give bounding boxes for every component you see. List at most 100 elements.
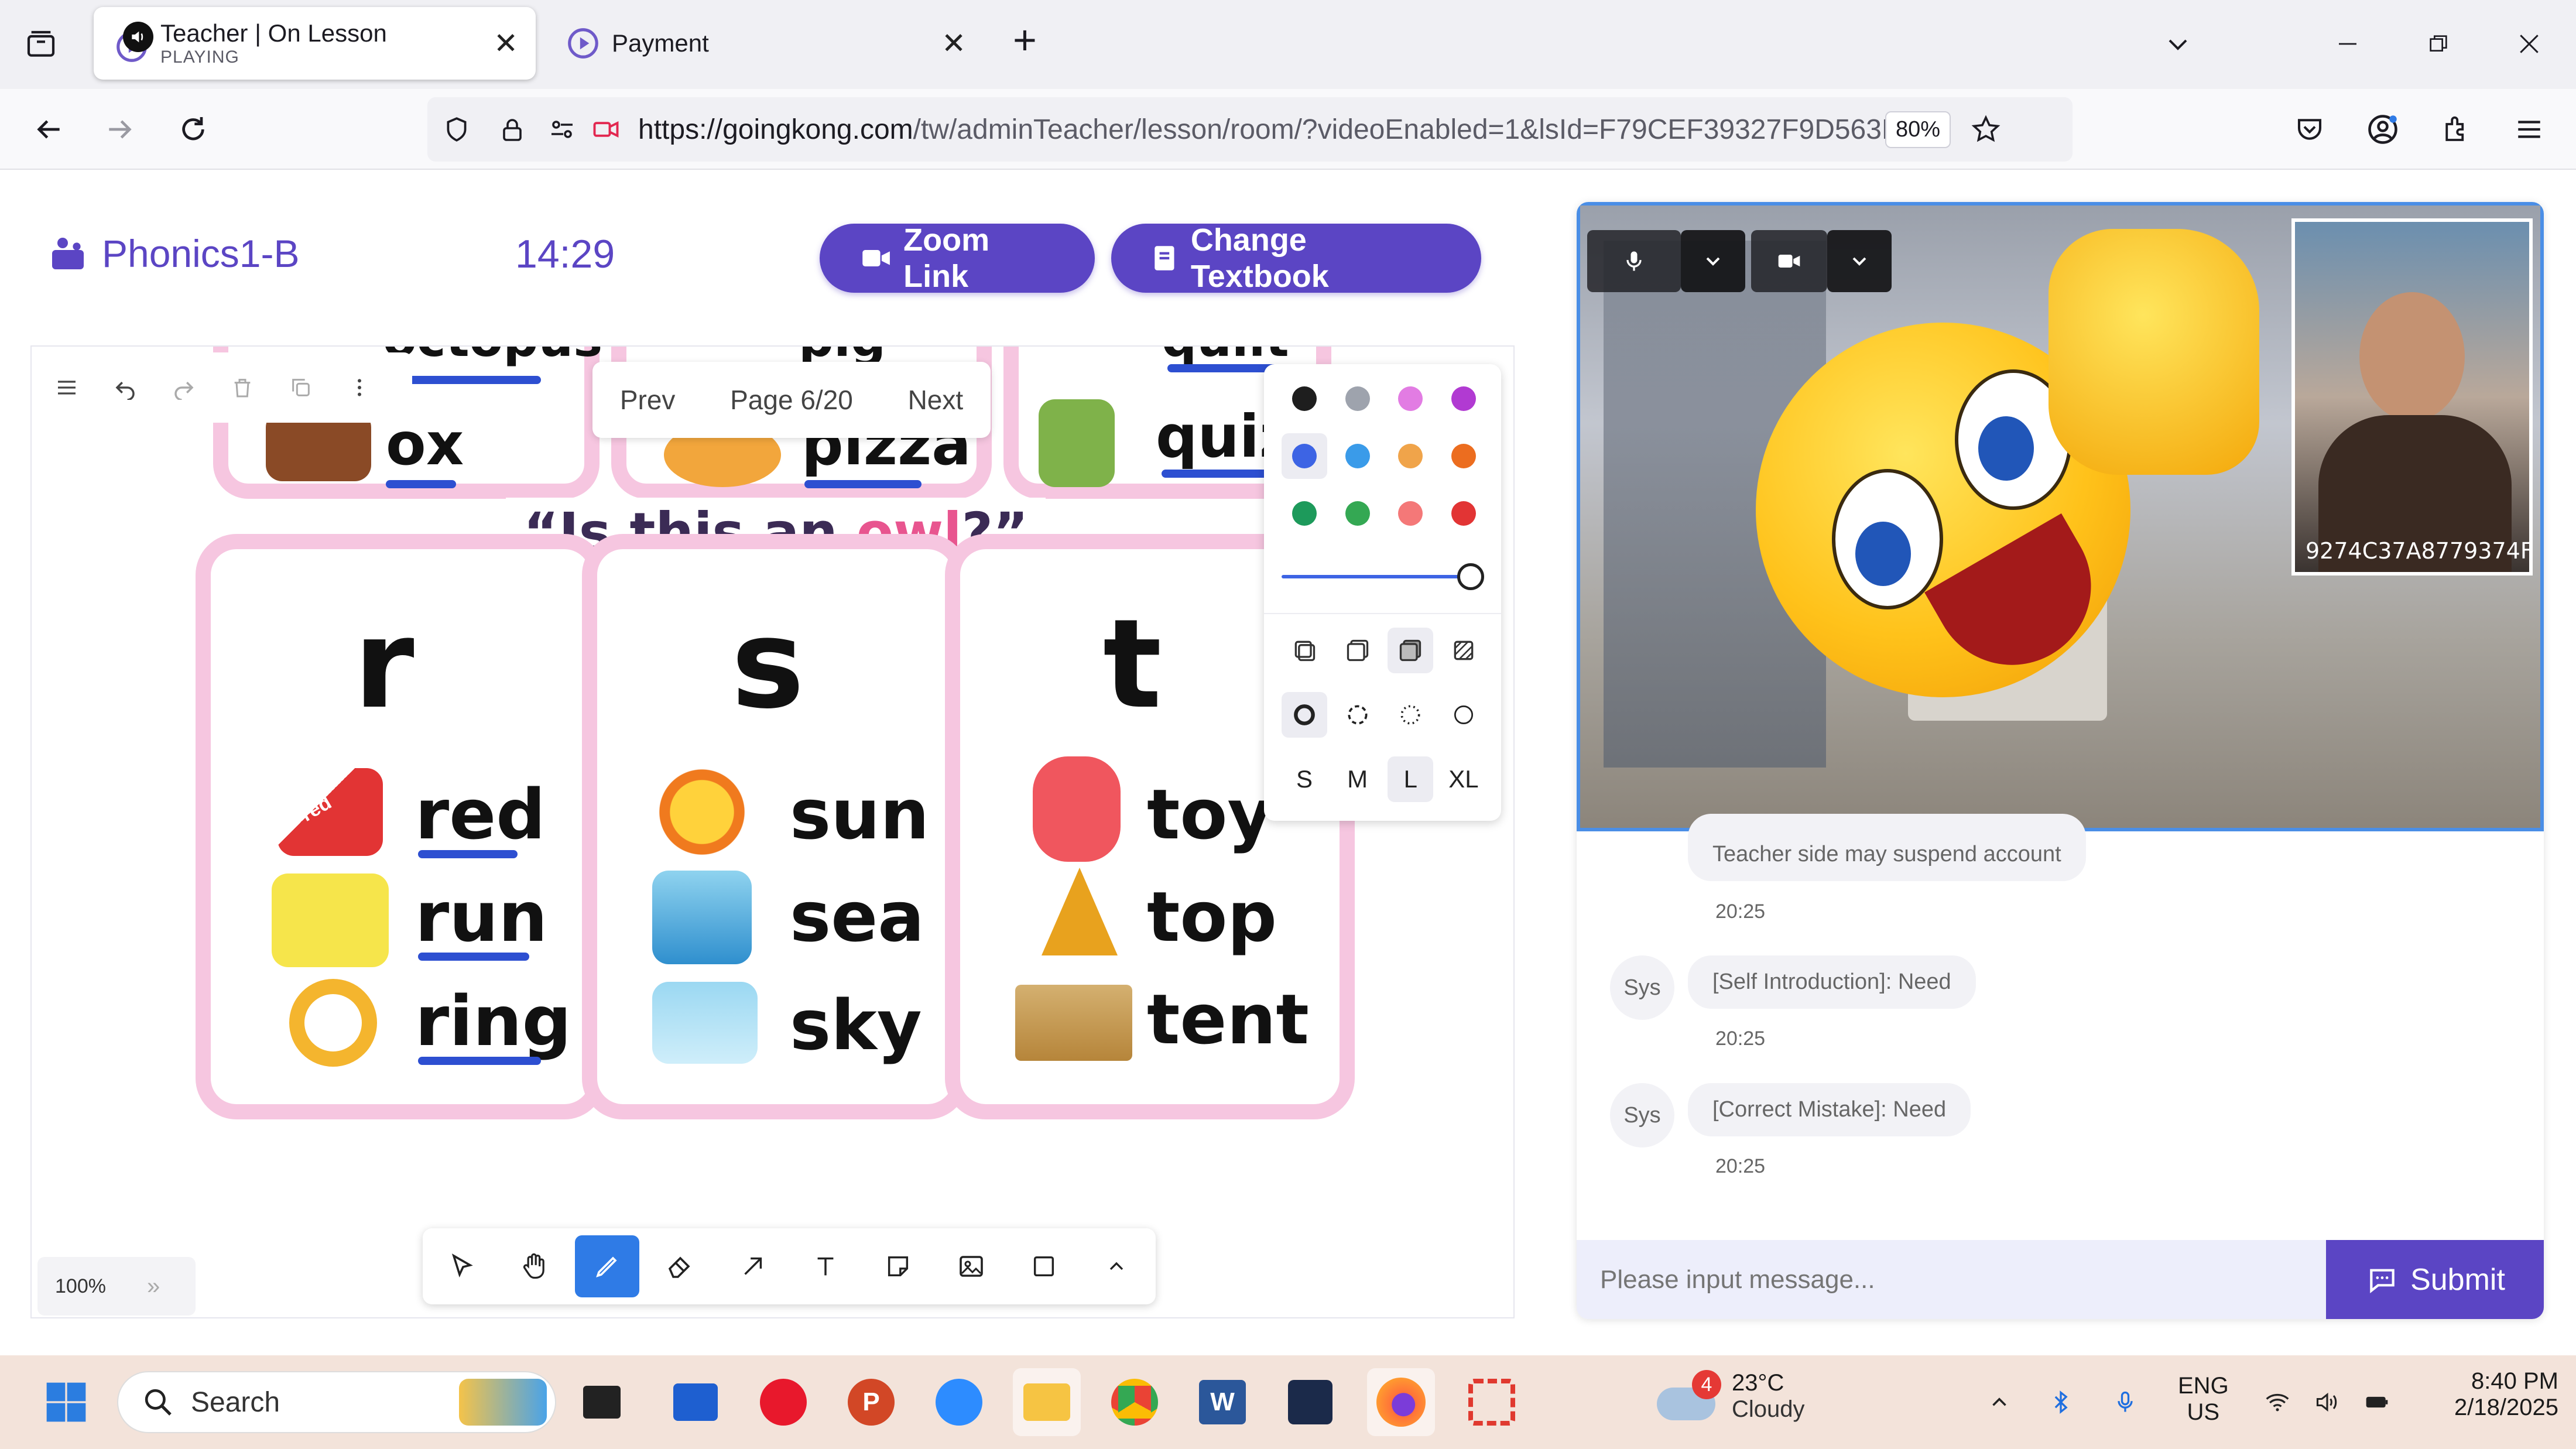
microphone-button[interactable] <box>1587 230 1681 292</box>
text-tool-icon[interactable] <box>793 1235 858 1297</box>
color-swatch-light-violet[interactable] <box>1388 376 1433 422</box>
self-video-tile[interactable]: 9274C37A8779374FE <box>2291 218 2533 576</box>
stroke-dotted-icon[interactable] <box>1388 692 1433 738</box>
microphone-tray-icon[interactable] <box>2105 1382 2146 1423</box>
file-explorer-icon[interactable] <box>1013 1368 1081 1436</box>
color-swatch-light-blue[interactable] <box>1335 433 1381 479</box>
fill-none-icon[interactable] <box>1282 628 1327 673</box>
chrome-icon[interactable] <box>1101 1368 1169 1436</box>
weather-widget[interactable]: 4 23°C Cloudy <box>1657 1370 1805 1423</box>
restore-icon[interactable] <box>2400 12 2476 76</box>
next-page-button[interactable]: Next <box>908 384 964 416</box>
pen-tool-icon[interactable] <box>575 1235 640 1297</box>
color-swatch-black[interactable] <box>1282 376 1327 422</box>
word-icon[interactable]: W <box>1188 1368 1256 1436</box>
fill-pattern-icon[interactable] <box>1441 628 1486 673</box>
hand-tool-icon[interactable] <box>502 1235 567 1297</box>
whiteboard-app-icon[interactable] <box>662 1368 729 1436</box>
bluetooth-icon[interactable] <box>2040 1382 2081 1423</box>
stroke-solid-icon[interactable] <box>1282 692 1327 738</box>
select-tool-icon[interactable] <box>430 1235 494 1297</box>
expand-icon[interactable]: » <box>147 1273 160 1300</box>
zoom-level[interactable]: 100% <box>55 1275 106 1298</box>
color-swatch-red[interactable] <box>1441 491 1486 536</box>
color-swatch-violet[interactable] <box>1441 376 1486 422</box>
shield-icon[interactable] <box>427 115 486 144</box>
tab-payment[interactable]: Payment ✕ <box>547 7 984 80</box>
stroke-thin-icon[interactable] <box>1441 692 1486 738</box>
lock-icon[interactable] <box>486 115 539 143</box>
powerpoint-icon[interactable]: P <box>837 1368 905 1436</box>
note-tool-icon[interactable] <box>866 1235 930 1297</box>
change-textbook-button[interactable]: Change Textbook <box>1111 222 1481 294</box>
rectangle-tool-icon[interactable] <box>1012 1235 1076 1297</box>
more-options-icon[interactable] <box>330 358 389 417</box>
windows-start-icon[interactable] <box>32 1368 100 1436</box>
color-swatch-yellow[interactable] <box>1388 433 1433 479</box>
red-app-icon[interactable] <box>749 1368 817 1436</box>
address-bar[interactable]: https://goingkong.com/tw/adminTeacher/le… <box>427 97 2073 162</box>
camera-options-chevron-icon[interactable] <box>1827 230 1892 292</box>
color-swatch-light-red[interactable] <box>1388 491 1433 536</box>
bookmark-star-icon[interactable] <box>1951 114 2021 145</box>
close-window-icon[interactable] <box>2491 12 2567 76</box>
arrow-tool-icon[interactable] <box>721 1235 785 1297</box>
pocket-icon[interactable] <box>2277 97 2342 162</box>
duplicate-icon[interactable] <box>272 358 330 417</box>
taskbar-search-box[interactable]: Search <box>117 1371 556 1433</box>
size-l-button[interactable]: L <box>1388 756 1434 802</box>
battery-icon[interactable] <box>2356 1382 2397 1423</box>
hamburger-menu-icon[interactable] <box>37 358 96 417</box>
extensions-icon[interactable] <box>2424 97 2488 162</box>
speaker-icon[interactable] <box>123 22 153 52</box>
color-swatch-grey[interactable] <box>1335 376 1381 422</box>
zoom-level-badge[interactable]: 80% <box>1885 111 1951 148</box>
tab-teacher-lesson[interactable]: Teacher | On Lesson PLAYING ✕ <box>94 7 536 80</box>
wifi-icon[interactable] <box>2257 1382 2298 1423</box>
close-tab-icon[interactable]: ✕ <box>941 26 966 60</box>
trash-icon[interactable] <box>213 358 272 417</box>
color-swatch-light-green[interactable] <box>1335 491 1381 536</box>
permissions-icon[interactable] <box>539 115 585 143</box>
size-s-button[interactable]: S <box>1282 756 1327 802</box>
menu-icon[interactable] <box>2497 97 2561 162</box>
opacity-slider-track[interactable] <box>1282 575 1481 578</box>
whiteboard[interactable]: octopus pig quilt ox pizza quiz “Is this… <box>30 345 1515 1318</box>
fill-solid-icon[interactable] <box>1388 628 1434 673</box>
color-swatch-blue[interactable] <box>1282 433 1327 479</box>
tab-list-icon[interactable] <box>6 9 76 80</box>
size-xl-button[interactable]: XL <box>1441 756 1486 802</box>
minimize-icon[interactable] <box>2310 12 2386 76</box>
more-tools-chevron-icon[interactable] <box>1084 1235 1149 1297</box>
chat-submit-button[interactable]: Submit <box>2326 1240 2544 1319</box>
color-swatch-orange[interactable] <box>1441 433 1486 479</box>
forward-icon[interactable] <box>88 97 152 162</box>
opacity-slider-handle[interactable] <box>1457 563 1484 590</box>
show-hidden-icons-chevron-icon[interactable] <box>1979 1382 2020 1423</box>
volume-icon[interactable] <box>2307 1382 2348 1423</box>
new-tab-button[interactable]: + <box>1013 16 1037 63</box>
undo-icon[interactable] <box>96 358 155 417</box>
clock[interactable]: 8:40 PM 2/18/2025 <box>2424 1368 2558 1421</box>
close-tab-icon[interactable]: ✕ <box>494 26 518 60</box>
notes-app-icon[interactable] <box>1276 1368 1344 1436</box>
tab-list-dropdown-icon[interactable] <box>2140 12 2216 76</box>
fill-semi-icon[interactable] <box>1335 628 1381 673</box>
account-icon[interactable] <box>2351 97 2415 162</box>
prev-page-button[interactable]: Prev <box>620 384 676 416</box>
stroke-dashed-icon[interactable] <box>1335 692 1381 738</box>
camera-blocked-icon[interactable] <box>585 114 626 145</box>
zoom-app-icon[interactable] <box>925 1368 993 1436</box>
microphone-options-chevron-icon[interactable] <box>1681 230 1745 292</box>
redo-icon[interactable] <box>155 358 213 417</box>
url-text[interactable]: https://goingkong.com/tw/adminTeacher/le… <box>626 114 1885 146</box>
task-view-icon[interactable] <box>568 1368 636 1436</box>
firefox-icon[interactable] <box>1367 1368 1435 1436</box>
language-indicator[interactable]: ENG US <box>2178 1373 2229 1426</box>
size-m-button[interactable]: M <box>1335 756 1381 802</box>
reload-icon[interactable] <box>161 97 225 162</box>
chat-message-input[interactable] <box>1577 1240 2326 1319</box>
image-tool-icon[interactable] <box>939 1235 1003 1297</box>
eraser-tool-icon[interactable] <box>648 1235 712 1297</box>
camera-button[interactable] <box>1751 230 1827 292</box>
